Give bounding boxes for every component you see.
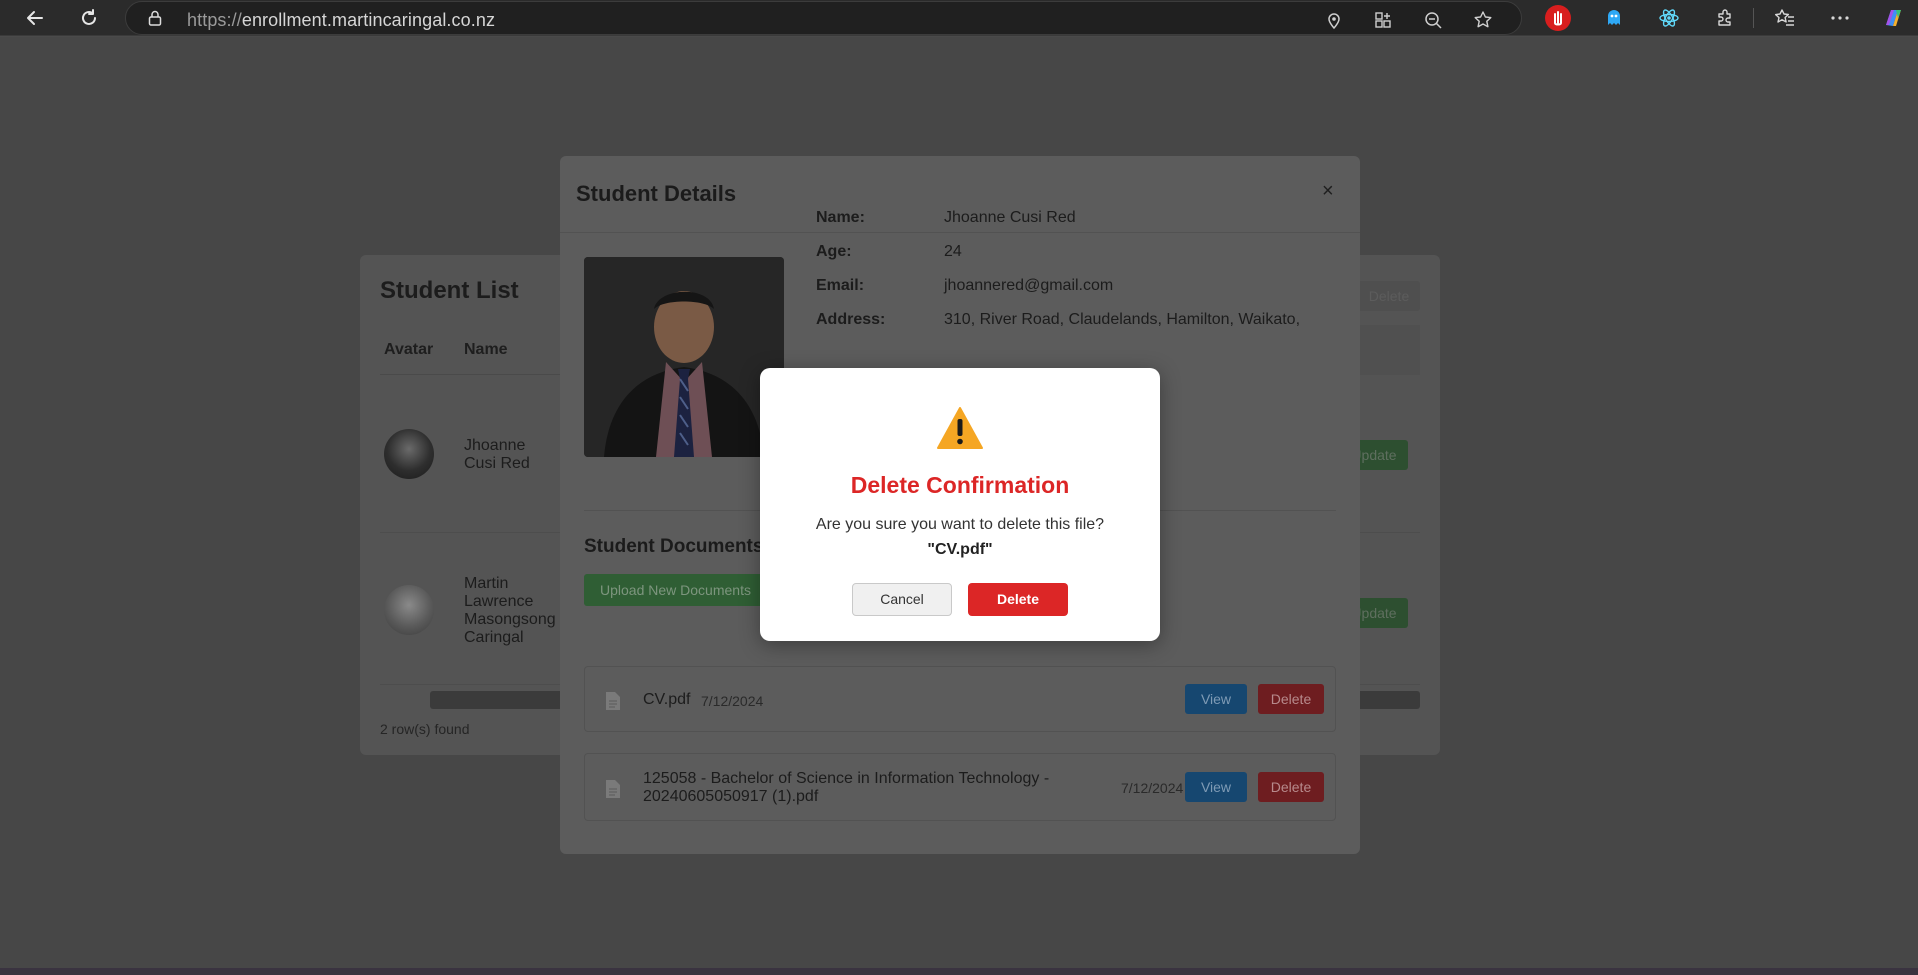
name-label: Name: [816, 209, 865, 226]
cancel-button[interactable]: Cancel [852, 583, 952, 616]
rows-found-text: 2 row(s) found [380, 721, 470, 737]
confirm-delete-button[interactable]: Delete [968, 583, 1068, 616]
col-avatar: Avatar [384, 341, 434, 358]
name-line: Martin [464, 575, 509, 592]
confirm-message: Are you sure you want to delete this fil… [815, 516, 1105, 533]
email-value: jhoannered@gmail.com [944, 277, 1114, 294]
zoom-out-icon[interactable] [1422, 9, 1444, 31]
extension-red-icon[interactable] [1545, 5, 1571, 31]
name-line: Caringal [464, 629, 524, 646]
name-value: Jhoanne Cusi Red [944, 209, 1076, 226]
warning-icon [936, 406, 984, 450]
apps-icon[interactable] [1372, 9, 1394, 31]
delete-document-button[interactable]: Delete [1258, 684, 1324, 714]
copilot-icon[interactable] [1880, 5, 1906, 31]
student-name: Martin Lawrence Masongsong Caringal [464, 575, 556, 647]
favorite-icon[interactable] [1472, 9, 1494, 31]
url-text[interactable]: https://enrollment.martincaringal.co.nz [187, 10, 495, 31]
url-scheme: https:// [187, 10, 242, 30]
student-list-title: Student List [380, 277, 519, 304]
upload-documents-button[interactable]: Upload New Documents [584, 574, 764, 606]
view-button[interactable]: View [1185, 684, 1247, 714]
name-line: Lawrence [464, 593, 534, 610]
documents-title: Student Documents [584, 536, 764, 557]
lock-icon[interactable] [148, 10, 162, 26]
age-value: 24 [944, 243, 962, 260]
file-icon [605, 779, 621, 799]
document-name-line: 125058 - Bachelor of Science in Informat… [643, 770, 1050, 787]
extensions-icon[interactable] [1711, 5, 1737, 31]
document-name: 125058 - Bachelor of Science in Informat… [643, 770, 1049, 806]
refresh-icon[interactable] [74, 4, 104, 32]
view-button[interactable]: View [1185, 772, 1247, 802]
student-photo [584, 257, 784, 457]
more-icon[interactable] [1827, 5, 1853, 31]
extension-ghost-icon[interactable] [1601, 5, 1627, 31]
document-name-line: 20240605050917 (1).pdf [643, 788, 819, 805]
favorites-icon[interactable] [1772, 5, 1798, 31]
header-delete-button[interactable]: Delete [1358, 281, 1420, 311]
delete-confirmation-dialog: Delete Confirmation Are you sure you wan… [760, 368, 1160, 641]
close-icon[interactable]: × [1322, 180, 1334, 203]
document-name: CV.pdf [643, 691, 691, 708]
url-host: enrollment.martincaringal.co.nz [241, 10, 496, 30]
details-title: Student Details [576, 181, 737, 206]
file-icon [605, 691, 621, 711]
document-item: 125058 - Bachelor of Science in Informat… [584, 753, 1336, 821]
address-value: 310, River Road, Claudelands, Hamilton, … [944, 311, 1301, 328]
back-icon[interactable] [20, 4, 50, 32]
location-icon[interactable] [1323, 9, 1345, 31]
document-item: CV.pdf 7/12/2024 View Delete [584, 666, 1336, 732]
extension-react-icon[interactable] [1656, 5, 1682, 31]
delete-document-button[interactable]: Delete [1258, 772, 1324, 802]
name-line: Cusi Red [464, 455, 530, 472]
browser-toolbar: https://enrollment.martincaringal.co.nz [0, 0, 1918, 36]
document-date: 7/12/2024 [1121, 780, 1184, 796]
confirm-title: Delete Confirmation [850, 472, 1070, 498]
name-line: Jhoanne [464, 437, 526, 454]
avatar [384, 429, 434, 479]
avatar [384, 585, 434, 635]
toolbar-separator [1753, 8, 1754, 28]
confirm-file-name: "CV.pdf" [927, 541, 993, 558]
student-name: Jhoanne Cusi Red [464, 437, 530, 473]
email-label: Email: [816, 277, 865, 294]
page-bottom-strip [0, 968, 1918, 975]
header-shade [1350, 325, 1420, 375]
document-date: 7/12/2024 [701, 693, 764, 709]
address-bar[interactable]: https://enrollment.martincaringal.co.nz [125, 1, 1522, 35]
col-name: Name [464, 341, 508, 358]
age-label: Age: [816, 243, 852, 260]
address-label: Address: [816, 311, 886, 328]
name-line: Masongsong [464, 611, 556, 628]
